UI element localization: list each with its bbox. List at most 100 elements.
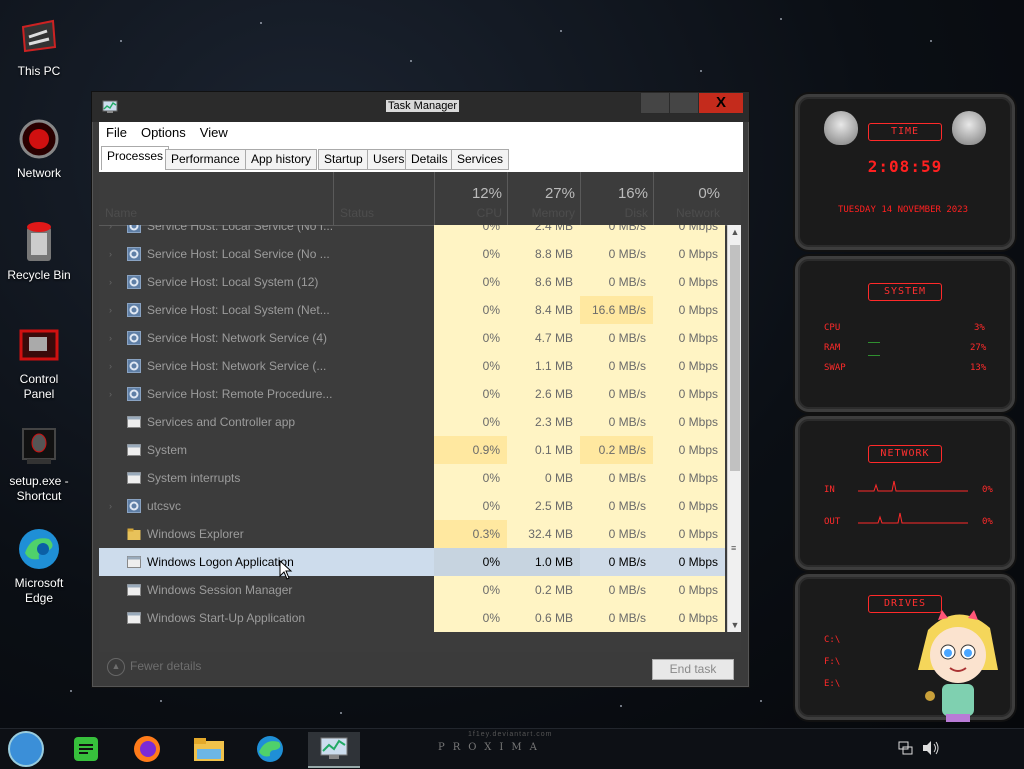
fewer-details-button[interactable]: ▲ Fewer details [107, 658, 201, 676]
minimize-button[interactable] [640, 92, 670, 114]
tab-startup[interactable]: Startup [318, 149, 369, 170]
alien-head-icon [952, 111, 986, 145]
table-row[interactable]: › Service Host: Local Service (No ... 0% 8.… [99, 240, 725, 268]
recycle-bin-icon [16, 218, 62, 264]
footer: ▲ Fewer details End task [99, 652, 741, 682]
taskbar-file-explorer[interactable] [185, 732, 233, 766]
process-disk-value: 0 MB/s [580, 324, 653, 352]
table-row[interactable]: Windows Start-Up Application 0% 0.6 MB 0 MB… [99, 604, 725, 632]
menu-options[interactable]: Options [134, 122, 193, 144]
expand-chevron-icon[interactable]: › [109, 268, 112, 296]
desktop-icon-label: setup.exe - Shortcut [9, 474, 69, 503]
process-mem-value: 2.6 MB [507, 380, 580, 408]
table-row[interactable]: System 0.9% 0.1 MB 0.2 MB/s 0 Mbps [99, 436, 725, 464]
process-net-value: 0 Mbps [653, 380, 725, 408]
alien-head-icon [824, 111, 858, 145]
gear-icon [127, 499, 141, 513]
maximize-button[interactable] [669, 92, 699, 114]
desktop-icon-label: Recycle Bin [7, 268, 71, 282]
tab-details[interactable]: Details [405, 149, 454, 170]
tab-users[interactable]: Users [367, 149, 411, 170]
table-row[interactable]: › Service Host: Local Service (No I... 0% 2… [99, 225, 725, 240]
title-bar[interactable]: Task Manager X [92, 92, 749, 122]
process-disk-value: 0 MB/s [580, 380, 653, 408]
desktop-icon-recycle-bin[interactable]: Recycle Bin [3, 218, 75, 283]
desktop-icon-setup-shortcut[interactable]: setup.exe - Shortcut [3, 424, 75, 504]
edge-icon [16, 526, 62, 572]
menu-view[interactable]: View [193, 122, 235, 144]
volume-icon[interactable] [922, 740, 940, 761]
table-row[interactable]: › Service Host: Local System (12) 0% 8.6 MB… [99, 268, 725, 296]
column-header-memory[interactable]: 27% Memory [507, 172, 581, 225]
table-row[interactable]: › Service Host: Local System (Net... 0% 8.4… [99, 296, 725, 324]
expand-chevron-icon[interactable]: › [109, 225, 112, 240]
taskbar: 1f1ey.deviantart.com PROXIMA [0, 728, 1024, 769]
table-row[interactable]: › utcsvc 0% 2.5 MB 0 MB/s 0 Mbps [99, 492, 725, 520]
column-header-status[interactable]: Status [333, 172, 435, 225]
vertical-scrollbar[interactable]: ▲ ≡ ▼ [727, 225, 741, 632]
network-widget: NETWORK IN 0% OUT 0% [795, 416, 1015, 570]
taskbar-task-manager[interactable] [308, 732, 360, 768]
expand-chevron-icon[interactable]: › [109, 380, 112, 408]
process-name: Windows Explorer [147, 527, 244, 541]
column-header-network[interactable]: 0% Network [653, 172, 726, 225]
scroll-up-icon[interactable]: ▲ [728, 225, 741, 239]
table-row[interactable]: Windows Logon Application 0% 1.0 MB 0 MB/s 0… [99, 548, 725, 576]
setup-shortcut-icon [16, 424, 62, 470]
desktop-icon-edge[interactable]: Microsoft Edge [3, 526, 75, 606]
network-tray-icon[interactable] [898, 741, 914, 760]
start-button[interactable] [2, 731, 50, 767]
column-header-cpu[interactable]: 12% CPU [434, 172, 508, 225]
table-row[interactable]: System interrupts 0% 0 MB 0 MB/s 0 Mbps [99, 464, 725, 492]
table-row[interactable]: Windows Explorer 0.3% 32.4 MB 0 MB/s 0 Mbps [99, 520, 725, 548]
process-net-value: 0 Mbps [653, 268, 725, 296]
taskbar-firefox[interactable] [123, 732, 171, 766]
table-row[interactable]: › Service Host: Remote Procedure... 0% 2.6 … [99, 380, 725, 408]
expand-chevron-icon[interactable]: › [109, 352, 112, 380]
scroll-down-icon[interactable]: ▼ [728, 618, 741, 632]
process-disk-value: 0 MB/s [580, 240, 653, 268]
table-row[interactable]: Services and Controller app 0% 2.3 MB 0 MB/… [99, 408, 725, 436]
process-name: Service Host: Network Service (4) [147, 331, 328, 345]
desktop-icon-this-pc[interactable]: This PC [3, 14, 75, 79]
this-pc-icon [16, 14, 62, 60]
expand-chevron-icon[interactable]: › [109, 240, 112, 268]
desktop-icon-network[interactable]: Network [3, 116, 75, 181]
file-explorer-icon [194, 738, 224, 761]
menu-file[interactable]: File [99, 122, 134, 144]
window-icon [127, 612, 141, 624]
tab-services[interactable]: Services [451, 149, 510, 170]
end-task-button[interactable]: End task [652, 659, 734, 680]
desktop-icon-label: Control Panel [19, 372, 59, 401]
process-disk-value: 0 MB/s [580, 604, 653, 632]
table-row[interactable]: › Service Host: Network Service (4) 0% 4.7 … [99, 324, 725, 352]
task-manager-window: Task Manager X File Options View Processes… [91, 91, 750, 688]
taskbar-notes[interactable] [62, 732, 110, 766]
process-cpu-value: 0% [434, 225, 507, 240]
task-manager-icon [320, 737, 348, 759]
tab-app-history[interactable]: App history [245, 149, 318, 170]
swap-value: 13% [970, 363, 987, 373]
window-icon [127, 556, 141, 568]
process-mem-value: 8.4 MB [507, 296, 580, 324]
table-row[interactable]: › Service Host: Network Service (... 0% 1.1… [99, 352, 725, 380]
process-mem-value: 2.5 MB [507, 492, 580, 520]
table-row[interactable]: Windows Session Manager 0% 0.2 MB 0 MB/s 0 M… [99, 576, 725, 604]
taskbar-edge[interactable] [246, 732, 294, 766]
drive-f-label: F:\ [824, 657, 841, 667]
expand-chevron-icon[interactable]: › [109, 296, 112, 324]
scrollbar-thumb[interactable] [730, 245, 740, 471]
process-net-value: 0 Mbps [653, 240, 725, 268]
expand-chevron-icon[interactable]: › [109, 492, 112, 520]
process-cpu-value: 0% [434, 240, 507, 268]
desktop-icon-control-panel[interactable]: Control Panel [3, 322, 75, 402]
brand-subtitle: 1f1ey.deviantart.com [468, 731, 553, 738]
column-header-disk[interactable]: 16% Disk [580, 172, 654, 225]
tab-performance[interactable]: Performance [165, 149, 246, 170]
tab-processes[interactable]: Processes [101, 146, 170, 170]
column-header-name[interactable]: Name [99, 172, 333, 225]
close-button[interactable]: X [698, 92, 744, 114]
process-name: Services and Controller app [147, 415, 296, 429]
process-mem-value: 8.6 MB [507, 268, 580, 296]
expand-chevron-icon[interactable]: › [109, 324, 112, 352]
